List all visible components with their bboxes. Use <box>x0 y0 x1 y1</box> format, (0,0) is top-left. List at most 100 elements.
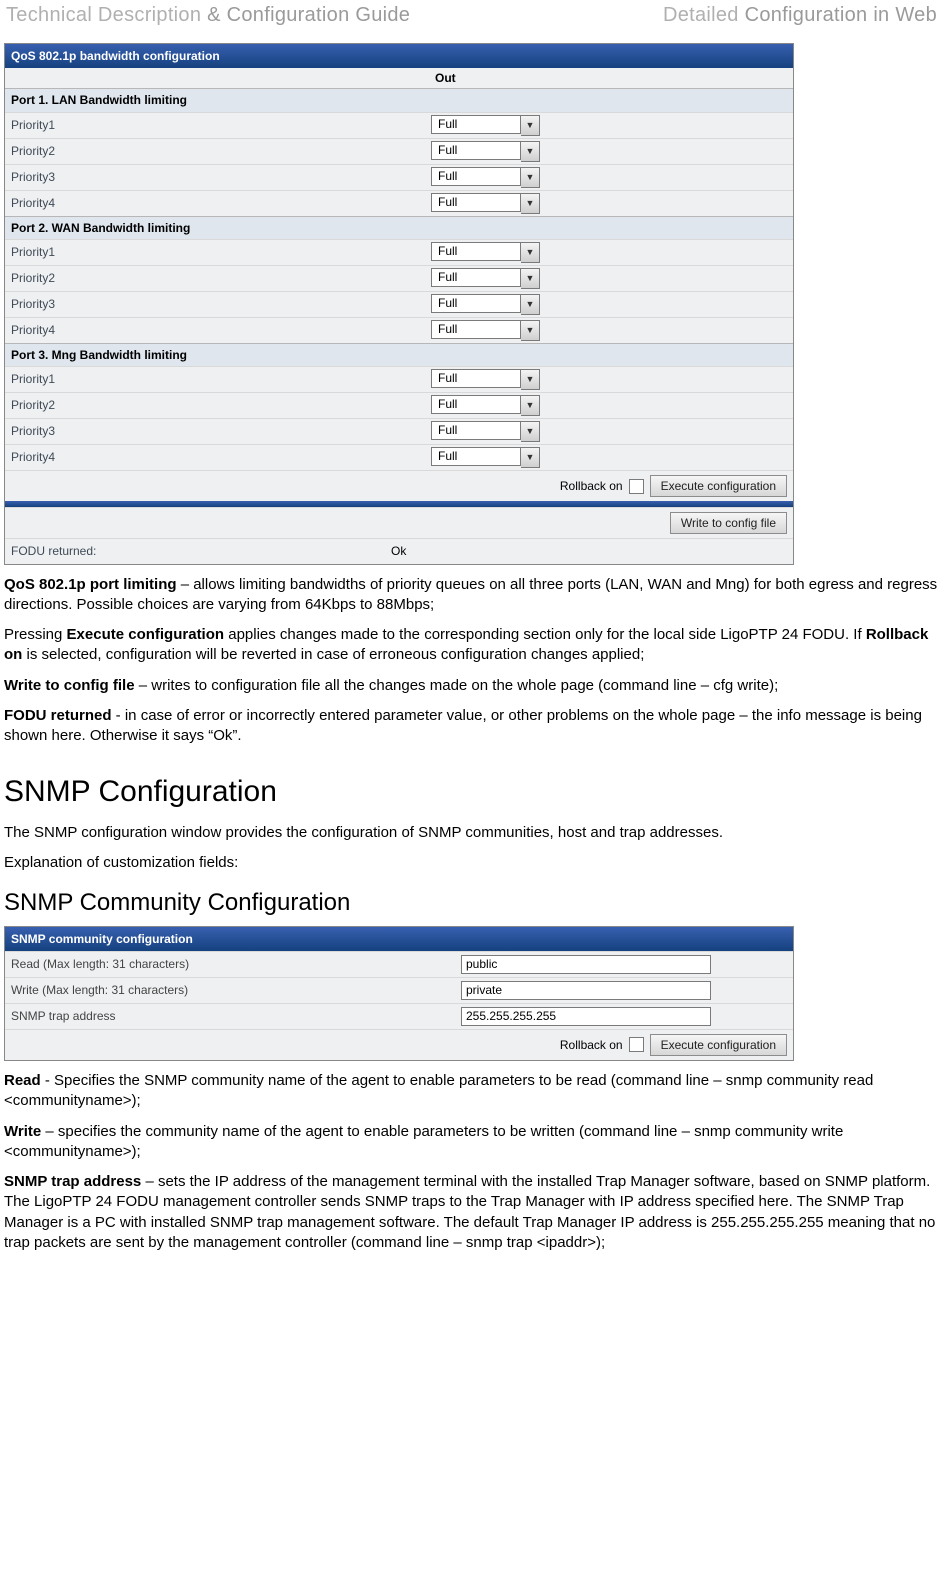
execute-config-button[interactable]: Execute configuration <box>650 1034 787 1056</box>
header-right-a: Detailed <box>663 4 745 26</box>
port3-priority1-label: Priority1 <box>11 371 431 387</box>
chevron-down-icon[interactable]: ▼ <box>521 242 540 263</box>
port1-priority3-label: Priority3 <box>11 169 431 185</box>
port3-priority2-label: Priority2 <box>11 397 431 413</box>
snmp-community-table: SNMP community configuration Read (Max l… <box>4 926 794 1061</box>
chevron-down-icon[interactable]: ▼ <box>521 193 540 214</box>
snmp-title: SNMP community configuration <box>5 927 793 951</box>
chevron-down-icon[interactable]: ▼ <box>521 421 540 442</box>
header-left-b: & Configuration Guide <box>201 4 410 26</box>
select-value: Full <box>431 141 521 160</box>
bold: QoS 802.1p port limiting <box>4 576 177 593</box>
para-write: Write to config file – writes to configu… <box>4 676 939 696</box>
select-value: Full <box>431 193 521 212</box>
chevron-down-icon[interactable]: ▼ <box>521 320 540 341</box>
port1-priority2-select[interactable]: Full▼ <box>431 141 540 162</box>
port1-priority4-select[interactable]: Full▼ <box>431 193 540 214</box>
text: - Specifies the SNMP community name of t… <box>4 1072 873 1109</box>
port2-priority2-select[interactable]: Full▼ <box>431 268 540 289</box>
port2-priority4-select[interactable]: Full▼ <box>431 320 540 341</box>
chevron-down-icon[interactable]: ▼ <box>521 447 540 468</box>
chevron-down-icon[interactable]: ▼ <box>521 395 540 416</box>
bold: Read <box>4 1072 41 1089</box>
snmp-write-input[interactable] <box>461 981 711 1000</box>
bold: Execute configuration <box>67 626 225 643</box>
para-fodu: FODU returned - in case of error or inco… <box>4 706 939 747</box>
rollback-checkbox[interactable] <box>629 1037 644 1052</box>
text: - in case of error or incorrectly entere… <box>4 707 922 744</box>
port3-priority4-label: Priority4 <box>11 449 431 465</box>
select-value: Full <box>431 421 521 440</box>
bold: Write to config file <box>4 677 135 694</box>
port2-priority4-label: Priority4 <box>11 322 431 338</box>
port2-priority1-select[interactable]: Full▼ <box>431 242 540 263</box>
snmp-config-heading: SNMP Configuration <box>4 772 939 813</box>
snmp-read-label: Read (Max length: 31 characters) <box>11 956 461 972</box>
text: applies changes made to the correspondin… <box>224 626 866 643</box>
chevron-down-icon[interactable]: ▼ <box>521 167 540 188</box>
snmp-expl: Explanation of customization fields: <box>4 853 939 873</box>
port3-priority3-select[interactable]: Full▼ <box>431 421 540 442</box>
select-value: Full <box>431 167 521 186</box>
para-read: Read - Specifies the SNMP community name… <box>4 1071 939 1112</box>
out-label: Out <box>431 70 787 86</box>
text: – specifies the community name of the ag… <box>4 1123 843 1160</box>
rollback-label: Rollback on <box>560 1037 623 1053</box>
select-value: Full <box>431 369 521 388</box>
para-trap: SNMP trap address – sets the IP address … <box>4 1172 939 1253</box>
chevron-down-icon[interactable]: ▼ <box>521 268 540 289</box>
port1-priority1-label: Priority1 <box>11 117 431 133</box>
port2-priority2-label: Priority2 <box>11 270 431 286</box>
snmp-write-label: Write (Max length: 31 characters) <box>11 982 461 998</box>
port3-priority1-select[interactable]: Full▼ <box>431 369 540 390</box>
chevron-down-icon[interactable]: ▼ <box>521 141 540 162</box>
port1-priority3-select[interactable]: Full▼ <box>431 167 540 188</box>
snmp-actions: Rollback on Execute configuration <box>5 1029 793 1060</box>
qos-config-table: QoS 802.1p bandwidth configuration Out P… <box>4 43 794 565</box>
header-left-a: Technical Description <box>6 4 201 26</box>
port1-header: Port 1. LAN Bandwidth limiting <box>5 88 793 111</box>
select-value: Full <box>431 447 521 466</box>
chevron-down-icon[interactable]: ▼ <box>521 369 540 390</box>
rollback-checkbox[interactable] <box>629 479 644 494</box>
port3-priority4-select[interactable]: Full▼ <box>431 447 540 468</box>
port3-priority3-label: Priority3 <box>11 423 431 439</box>
para-write2: Write – specifies the community name of … <box>4 1122 939 1163</box>
select-value: Full <box>431 320 521 339</box>
qos-write-actions: Write to config file <box>5 507 793 538</box>
port2-priority3-select[interactable]: Full▼ <box>431 294 540 315</box>
select-value: Full <box>431 294 521 313</box>
page-header: Technical Description & Configuration Gu… <box>4 0 939 43</box>
para-qos-limiting: QoS 802.1p port limiting – allows limiti… <box>4 575 939 616</box>
select-value: Full <box>431 242 521 261</box>
fodu-label: FODU returned: <box>11 543 391 559</box>
port2-header: Port 2. WAN Bandwidth limiting <box>5 216 793 239</box>
para-execute: Pressing Execute configuration applies c… <box>4 625 939 666</box>
qos-actions: Rollback on Execute configuration <box>5 470 793 501</box>
chevron-down-icon[interactable]: ▼ <box>521 294 540 315</box>
select-value: Full <box>431 115 521 134</box>
bold: SNMP trap address <box>4 1173 141 1190</box>
header-right-b: Configuration in Web <box>745 4 937 26</box>
text: Pressing <box>4 626 67 643</box>
text: is selected, configuration will be rever… <box>22 646 644 663</box>
snmp-community-heading: SNMP Community Configuration <box>4 887 939 919</box>
snmp-trap-input[interactable] <box>461 1007 711 1026</box>
snmp-read-input[interactable] <box>461 955 711 974</box>
port1-priority4-label: Priority4 <box>11 195 431 211</box>
write-to-config-button[interactable]: Write to config file <box>670 512 787 534</box>
fodu-value: Ok <box>391 543 406 559</box>
execute-config-button[interactable]: Execute configuration <box>650 475 787 497</box>
rollback-label: Rollback on <box>560 478 623 494</box>
text: – sets the IP address of the management … <box>4 1173 935 1251</box>
chevron-down-icon[interactable]: ▼ <box>521 115 540 136</box>
snmp-trap-label: SNMP trap address <box>11 1008 461 1024</box>
out-row: Out <box>5 68 793 88</box>
select-value: Full <box>431 395 521 414</box>
port3-priority2-select[interactable]: Full▼ <box>431 395 540 416</box>
select-value: Full <box>431 268 521 287</box>
bold: Write <box>4 1123 41 1140</box>
port1-priority1-select[interactable]: Full▼ <box>431 115 540 136</box>
port2-priority1-label: Priority1 <box>11 244 431 260</box>
port3-header: Port 3. Mng Bandwidth limiting <box>5 343 793 366</box>
